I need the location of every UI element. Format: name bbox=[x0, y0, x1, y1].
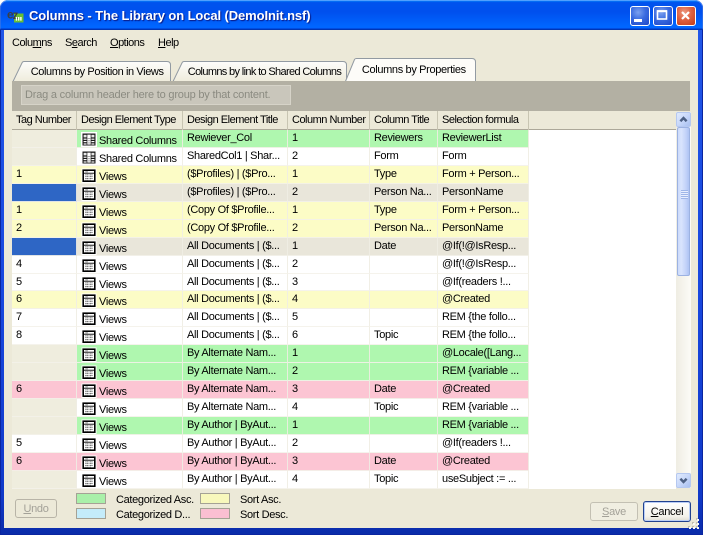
svg-text:Columns by link to Shared Colu: Columns by link to Shared Columns bbox=[188, 66, 343, 78]
svg-text:z: z bbox=[13, 10, 19, 22]
svg-text:Columns by Properties: Columns by Properties bbox=[362, 64, 467, 76]
svg-text:Columns by Position in Views: Columns by Position in Views bbox=[31, 66, 165, 78]
